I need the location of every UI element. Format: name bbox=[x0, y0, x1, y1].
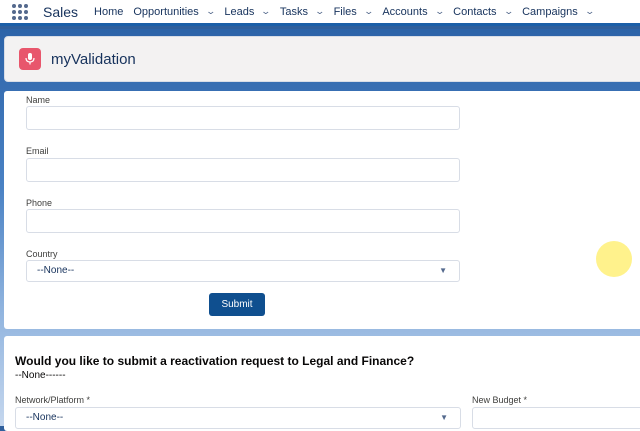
nav-item-label: Opportunities bbox=[133, 5, 199, 18]
chevron-down-icon[interactable]: ⌄ bbox=[205, 6, 216, 17]
app-name: Sales bbox=[43, 3, 79, 20]
email-input[interactable] bbox=[26, 158, 460, 182]
caret-down-icon: ▼ bbox=[440, 413, 448, 422]
nav-item-label: Home bbox=[94, 5, 124, 18]
chevron-down-icon[interactable]: ⌄ bbox=[434, 6, 445, 17]
nav-item-campaigns[interactable]: Campaigns ⌄ bbox=[522, 5, 595, 18]
country-selected-value: --None-- bbox=[37, 265, 75, 276]
name-input[interactable] bbox=[26, 106, 460, 130]
caret-down-icon: ▼ bbox=[439, 266, 447, 275]
global-nav: Sales Home Opportunities ⌄ Leads ⌄ Tasks ⌄ File… bbox=[0, 0, 640, 26]
nav-item-label: Contacts bbox=[453, 5, 497, 18]
email-label: Email bbox=[26, 146, 49, 156]
chevron-down-icon[interactable]: ⌄ bbox=[261, 6, 272, 17]
network-platform-label: Network/Platform * bbox=[15, 395, 91, 405]
name-label: Name bbox=[26, 95, 51, 105]
submit-button[interactable]: Submit bbox=[209, 293, 265, 316]
nav-item-accounts[interactable]: Accounts ⌄ bbox=[382, 5, 445, 18]
nav-item-label: Leads bbox=[224, 5, 255, 18]
chevron-down-icon[interactable]: ⌄ bbox=[315, 6, 326, 17]
country-label: Country bbox=[26, 249, 58, 259]
page-title: myValidation bbox=[51, 50, 136, 68]
network-selected-value: --None-- bbox=[26, 412, 64, 423]
phone-label: Phone bbox=[26, 198, 53, 208]
nav-item-label: Tasks bbox=[279, 5, 309, 18]
chevron-down-icon[interactable]: ⌄ bbox=[503, 6, 514, 17]
new-budget-label: New Budget * bbox=[472, 395, 528, 405]
nav-item-label: Campaigns bbox=[522, 5, 578, 18]
page-header: myValidation bbox=[4, 36, 640, 82]
nav-item-opportunities[interactable]: Opportunities ⌄ bbox=[133, 5, 216, 18]
app-launcher-icon[interactable] bbox=[12, 3, 28, 20]
nav-item-home[interactable]: Home bbox=[94, 6, 123, 18]
reactivation-question: Would you like to submit a reactivation … bbox=[15, 354, 415, 368]
nav-item-leads[interactable]: Leads ⌄ bbox=[224, 5, 272, 18]
reactivation-card: Would you like to submit a reactivation … bbox=[4, 336, 640, 431]
phone-input[interactable] bbox=[26, 209, 460, 233]
cursor-highlight bbox=[596, 241, 632, 277]
country-select[interactable]: --None-- ▼ bbox=[26, 260, 460, 282]
microphone-icon bbox=[19, 48, 41, 70]
validation-form: Name Email Phone Country --None-- ▼ Subm… bbox=[4, 91, 640, 329]
nav-item-tasks[interactable]: Tasks ⌄ bbox=[279, 5, 326, 18]
nav-item-contacts[interactable]: Contacts ⌄ bbox=[453, 5, 514, 18]
chevron-down-icon[interactable]: ⌄ bbox=[363, 6, 374, 17]
nav-item-label: Files bbox=[333, 5, 357, 18]
nav-item-label: Accounts bbox=[382, 5, 428, 18]
nav-item-files[interactable]: Files ⌄ bbox=[333, 5, 374, 18]
reactivation-answer: --None------ bbox=[15, 370, 66, 381]
chevron-down-icon[interactable]: ⌄ bbox=[584, 6, 595, 17]
